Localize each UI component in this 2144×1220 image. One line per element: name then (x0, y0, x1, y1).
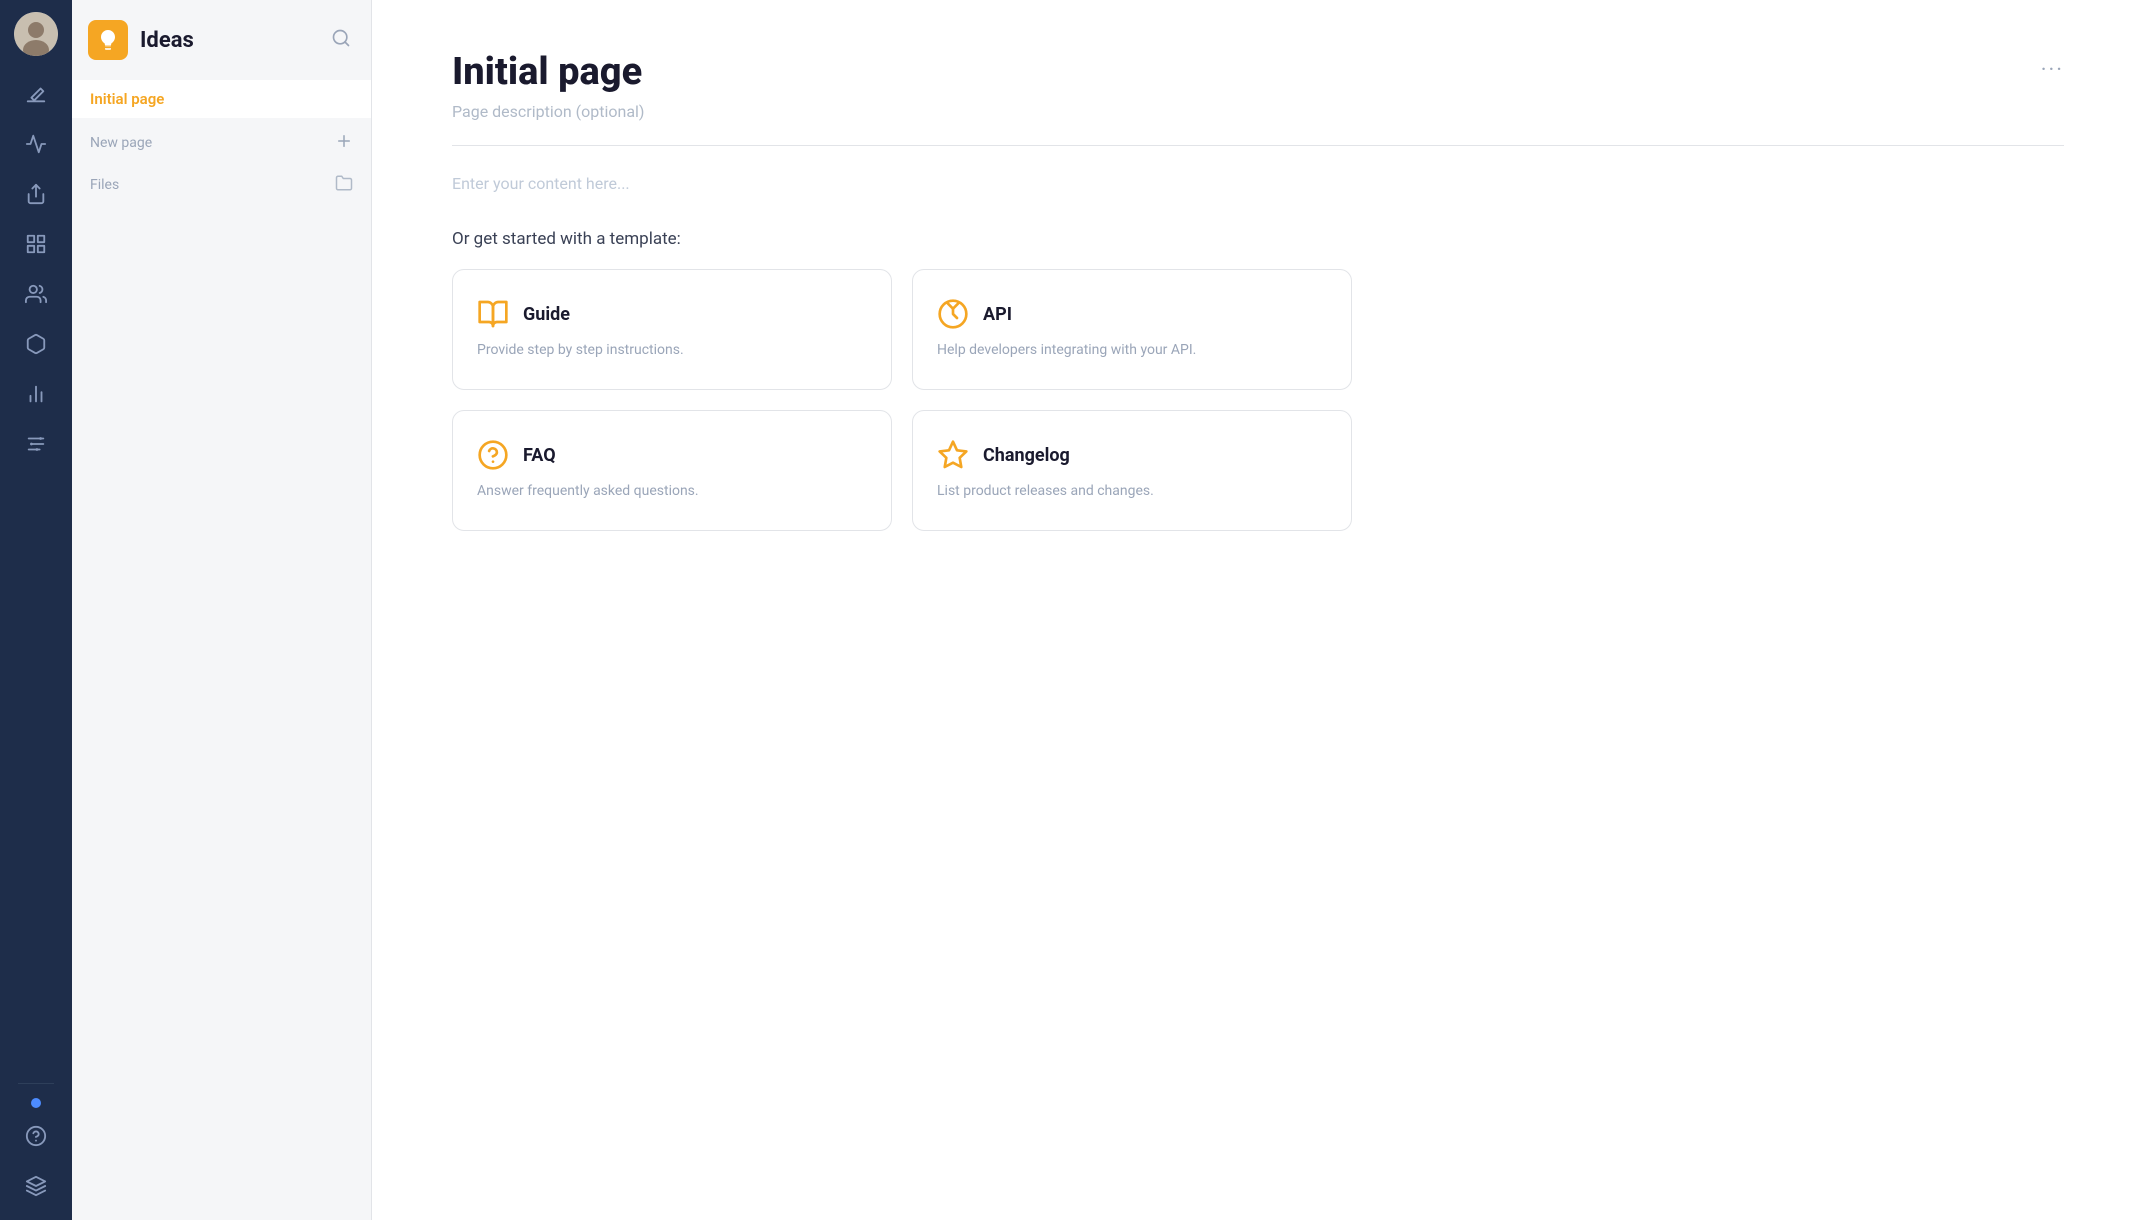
template-grid: Guide Provide step by step instructions.… (452, 269, 1352, 531)
guide-title: Guide (523, 304, 570, 325)
layers-nav-icon[interactable] (14, 1164, 58, 1208)
faq-card-header: FAQ (477, 439, 867, 471)
api-icon (937, 298, 969, 330)
design-nav-icon[interactable] (14, 222, 58, 266)
folder-icon (335, 174, 353, 196)
api-card-header: API (937, 298, 1327, 330)
box-nav-icon[interactable] (14, 322, 58, 366)
team-nav-icon[interactable] (14, 272, 58, 316)
guide-card-header: Guide (477, 298, 867, 330)
app-logo (88, 20, 128, 60)
page-title: Initial page (452, 50, 642, 94)
edit-nav-icon[interactable] (14, 72, 58, 116)
share-nav-icon[interactable] (14, 172, 58, 216)
icon-bar (0, 0, 72, 1220)
avatar[interactable] (14, 12, 58, 56)
sidebar-section: New page Files (72, 122, 371, 206)
sidebar-item-new-page[interactable]: New page (72, 122, 371, 164)
sidebar-header: Ideas (72, 0, 371, 76)
changelog-title: Changelog (983, 445, 1070, 466)
more-menu-button[interactable]: ··· (2041, 58, 2064, 83)
analytics-nav-icon[interactable] (14, 122, 58, 166)
template-card-api[interactable]: API Help developers integrating with you… (912, 269, 1352, 390)
sidebar-item-initial-page[interactable]: Initial page (72, 80, 371, 118)
help-nav-icon[interactable] (14, 1114, 58, 1158)
template-card-changelog[interactable]: Changelog List product releases and chan… (912, 410, 1352, 531)
chart-nav-icon[interactable] (14, 372, 58, 416)
sidebar-pages: Initial page New page Files (72, 76, 371, 1220)
content-editor[interactable]: Enter your content here... (452, 174, 2064, 193)
api-title: API (983, 304, 1012, 325)
changelog-card-header: Changelog (937, 439, 1327, 471)
changelog-description: List product releases and changes. (937, 481, 1327, 502)
plus-icon (335, 132, 353, 154)
notification-badge (31, 1098, 41, 1108)
main-content: Initial page ··· Page description (optio… (372, 0, 2144, 1220)
faq-icon (477, 439, 509, 471)
faq-description: Answer frequently asked questions. (477, 481, 867, 502)
page-divider (452, 145, 2064, 146)
page-description[interactable]: Page description (optional) (452, 102, 2064, 121)
template-section-label: Or get started with a template: (452, 229, 2064, 249)
nav-divider (18, 1083, 54, 1084)
page-header: Initial page ··· (452, 50, 2064, 94)
sidebar: Ideas Initial page New page Files (72, 0, 372, 1220)
app-title: Ideas (140, 28, 315, 53)
changelog-icon (937, 439, 969, 471)
faq-title: FAQ (523, 445, 556, 466)
sidebar-item-files[interactable]: Files (72, 164, 371, 206)
template-card-guide[interactable]: Guide Provide step by step instructions. (452, 269, 892, 390)
template-card-faq[interactable]: FAQ Answer frequently asked questions. (452, 410, 892, 531)
search-icon[interactable] (327, 24, 355, 56)
guide-description: Provide step by step instructions. (477, 340, 867, 361)
book-icon (477, 298, 509, 330)
settings-nav-icon[interactable] (14, 422, 58, 466)
api-description: Help developers integrating with your AP… (937, 340, 1327, 361)
